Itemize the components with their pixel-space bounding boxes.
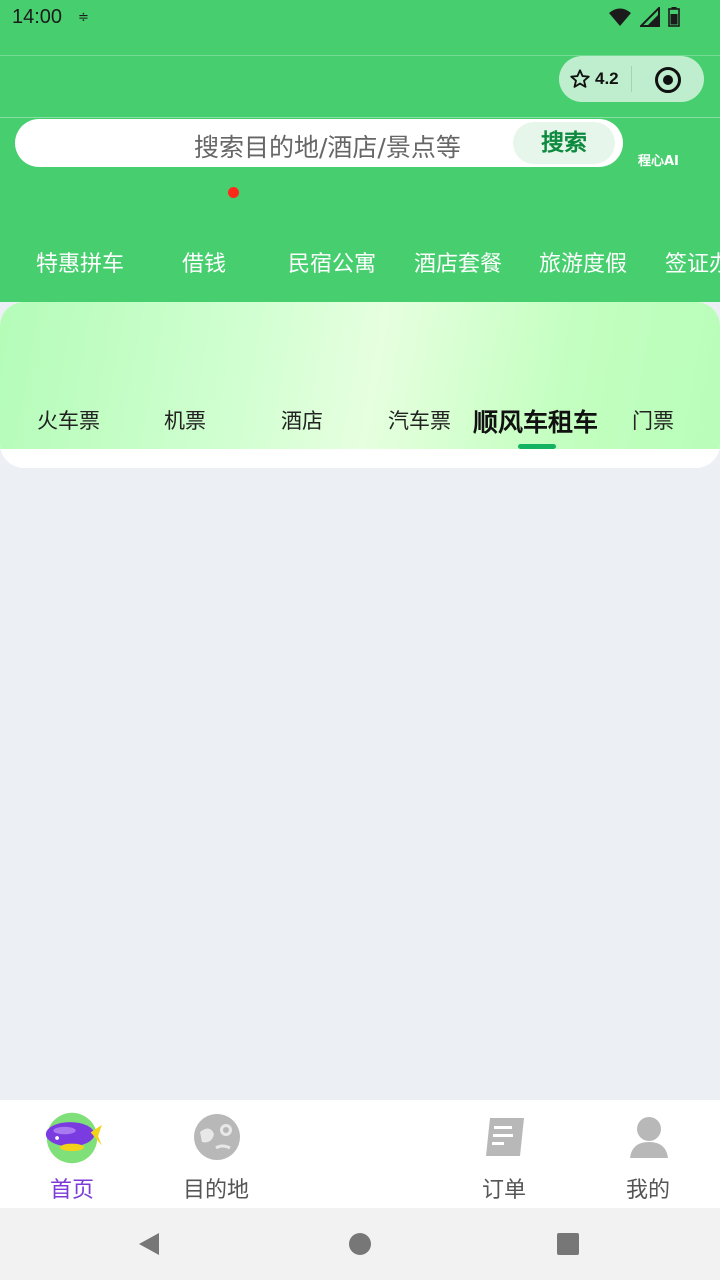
close-target-icon[interactable] — [654, 66, 682, 94]
tab-card-background — [0, 302, 720, 449]
nav-orders[interactable]: 订单 — [444, 1100, 564, 1208]
notification-dot — [228, 187, 239, 198]
status-bar: 14:00 ≑ — [0, 0, 720, 36]
capsule-divider — [631, 66, 632, 92]
ai-assistant-link[interactable]: 程心AI — [638, 150, 679, 169]
tab-tickets[interactable]: 门票 — [632, 405, 674, 435]
rating-value: 4.2 — [595, 69, 619, 88]
palette-globe-icon — [194, 1114, 240, 1160]
tab-hotel[interactable]: 酒店 — [281, 405, 323, 435]
home-icon[interactable] — [348, 1232, 372, 1256]
tab-bus[interactable]: 汽车票 — [388, 405, 451, 435]
status-time: 14:00 — [12, 6, 63, 28]
tab-ride-rental[interactable]: 顺风车租车 — [473, 403, 598, 439]
back-icon[interactable] — [137, 1232, 161, 1256]
star-icon[interactable] — [569, 68, 591, 90]
search-input[interactable]: 搜索目的地/酒店/景点等 搜索 — [15, 119, 623, 167]
quick-nav: 特惠拼车 借钱 民宿公寓 酒店套餐 旅游度假 签证办 — [0, 246, 720, 280]
nav-label: 首页 — [49, 1178, 94, 1203]
active-tab-indicator — [518, 444, 556, 449]
quick-nav-item[interactable]: 民宿公寓 — [288, 246, 376, 278]
battery-icon — [668, 7, 680, 27]
booking-tab-card: 火车票 机票 酒店 汽车票 顺风车租车 门票 — [0, 302, 720, 468]
quick-nav-item[interactable]: 借钱 — [182, 246, 226, 278]
system-navigation-bar — [0, 1208, 720, 1280]
quick-nav-item[interactable]: 酒店套餐 — [414, 246, 502, 278]
divider — [0, 117, 720, 118]
wifi-icon — [609, 8, 631, 26]
recents-icon[interactable] — [556, 1232, 580, 1256]
status-notification-icon: ≑ — [78, 10, 89, 25]
nav-label: 目的地 — [182, 1178, 249, 1203]
quick-nav-item[interactable]: 特惠拼车 — [36, 246, 124, 278]
quick-nav-item[interactable]: 签证办 — [665, 246, 720, 278]
nav-destination[interactable]: 目的地 — [156, 1100, 276, 1208]
quick-nav-item[interactable]: 旅游度假 — [539, 246, 627, 278]
bottom-nav: 首页 目的地 订单 我的 — [0, 1100, 720, 1208]
blimp-icon — [45, 1112, 102, 1164]
mini-program-capsule: 4.2 — [559, 56, 704, 102]
tab-flight[interactable]: 机票 — [164, 405, 206, 435]
order-note-icon — [486, 1118, 524, 1156]
signal-icon — [640, 7, 660, 27]
search-button[interactable]: 搜索 — [513, 122, 615, 164]
nav-home[interactable]: 首页 — [12, 1100, 132, 1208]
nav-label: 我的 — [625, 1178, 670, 1203]
nav-label: 订单 — [481, 1178, 526, 1203]
status-icons — [608, 7, 680, 27]
search-placeholder: 搜索目的地/酒店/景点等 — [194, 133, 461, 162]
tab-train[interactable]: 火车票 — [37, 405, 100, 435]
user-icon — [630, 1117, 668, 1158]
nav-me[interactable]: 我的 — [588, 1100, 708, 1208]
